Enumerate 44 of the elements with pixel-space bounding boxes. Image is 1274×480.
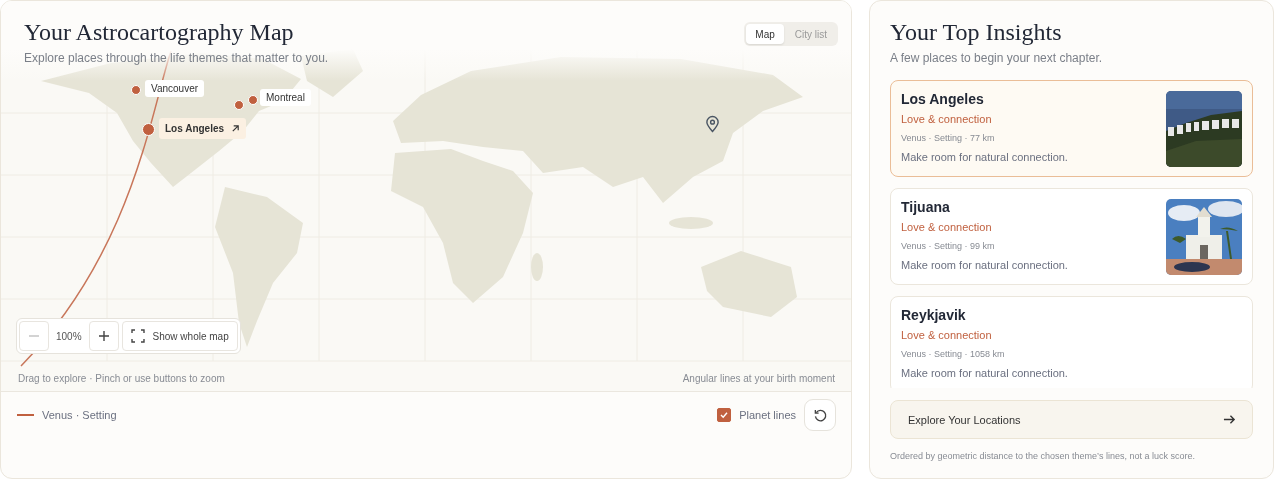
city-label[interactable]: Montreal xyxy=(260,89,311,106)
line-meta: Venus · Setting · 77 km xyxy=(901,133,996,143)
view-tab[interactable]: Map xyxy=(746,24,784,44)
insight-card[interactable]: Tijuana Love & connection Venus · Setting · 99 km Make room for natural connection. xyxy=(890,188,1253,285)
theme-label: Love & connection xyxy=(901,329,993,341)
city-name: Tijuana xyxy=(901,199,951,215)
city-label[interactable]: Los Angeles xyxy=(159,118,247,139)
insight-card[interactable]: Reykjavik Love & connection Venus · Setting · 1058 km Make room for natural connection. xyxy=(890,296,1253,388)
arrow-icon xyxy=(231,124,241,133)
zoom-level: 100% xyxy=(55,330,83,342)
explore-locations-button[interactable]: Explore Your Locations xyxy=(890,400,1253,439)
insight-card[interactable]: Los Angeles Love & connection Venus · Setting · 77 km Make room for natural connection. xyxy=(890,80,1253,177)
theme-label: Love & connection xyxy=(901,113,993,125)
legend-label: Venus · Setting xyxy=(42,409,117,421)
insights-subtitle: A few places to begin your next chapter. xyxy=(890,51,1104,65)
insight-note: Make room for natural connection. xyxy=(901,151,1068,163)
zoom-in-button[interactable] xyxy=(88,321,119,351)
map-subtitle: Explore places through the life themes that matter to you. xyxy=(24,51,329,65)
reset-icon xyxy=(812,407,828,423)
reset-button[interactable] xyxy=(804,399,836,431)
line-meta: Venus · Setting · 1058 km xyxy=(901,349,1006,359)
insight-note: Make room for natural connection. xyxy=(901,259,1068,271)
insight-note: Make room for natural connection. xyxy=(901,367,1068,379)
theme-label: Love & connection xyxy=(901,221,993,233)
map-caption: Angular lines at your birth moment xyxy=(682,373,835,384)
city-name: Reykjavik xyxy=(901,307,967,323)
planet-lines-toggle[interactable]: Planet lines xyxy=(717,408,796,422)
arrow-right-icon xyxy=(1223,413,1236,426)
city-pin[interactable] xyxy=(131,85,141,95)
city-pin[interactable] xyxy=(234,100,244,110)
city-name: Los Angeles xyxy=(901,91,985,107)
location-pin-icon xyxy=(705,115,720,133)
plus-icon xyxy=(97,330,110,342)
city-pin[interactable] xyxy=(248,95,258,105)
show-whole-map-button[interactable]: Show whole map xyxy=(121,321,238,351)
ordering-note: Ordered by geometric distance to the chosen theme’s lines, not a luck score. xyxy=(890,451,1196,461)
line-meta: Venus · Setting · 99 km xyxy=(901,241,996,251)
checkbox[interactable] xyxy=(717,408,732,422)
city-label[interactable]: Vancouver xyxy=(145,80,205,97)
fullscreen-icon xyxy=(130,329,145,343)
insights-title: Your Top Insights xyxy=(890,19,1063,46)
map-hint: Drag to explore · Pinch or use buttons to zoom xyxy=(18,373,225,384)
map-title: Your Astrocartography Map xyxy=(24,19,295,46)
check-icon xyxy=(719,410,730,420)
